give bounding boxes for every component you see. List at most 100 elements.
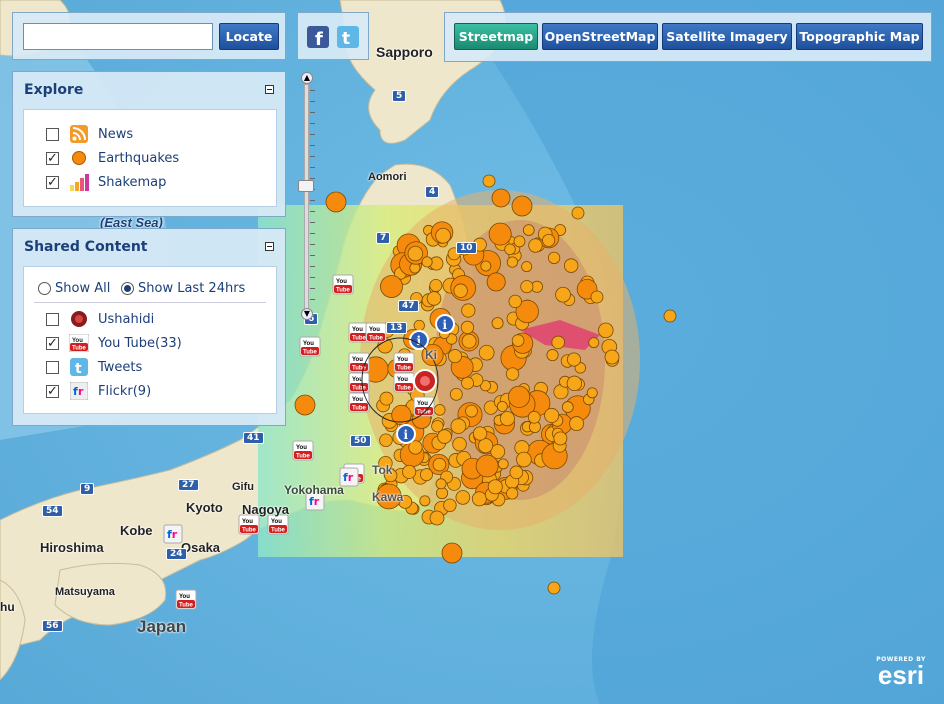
radio-button[interactable] bbox=[121, 281, 134, 295]
earthquake-marker[interactable] bbox=[379, 433, 393, 448]
earthquake-marker[interactable] bbox=[561, 401, 574, 413]
earthquake-marker[interactable] bbox=[506, 487, 519, 500]
twitter-icon[interactable]: t bbox=[337, 26, 359, 48]
earthquake-marker[interactable] bbox=[461, 376, 474, 390]
earthquake-marker[interactable] bbox=[527, 410, 541, 424]
flickr-marker[interactable]: fr bbox=[163, 524, 183, 544]
youtube-marker[interactable]: YouTube bbox=[348, 392, 370, 413]
youtube-marker[interactable]: YouTube bbox=[348, 352, 370, 373]
earthquake-marker[interactable] bbox=[380, 275, 403, 298]
earthquake-marker[interactable] bbox=[471, 491, 487, 507]
earthquake-marker[interactable] bbox=[551, 335, 565, 350]
earthquake-marker[interactable] bbox=[553, 431, 568, 446]
earthquake-marker[interactable] bbox=[407, 245, 424, 262]
layer-toggle-earthquakes[interactable]: ✓ Earthquakes bbox=[46, 148, 179, 168]
earthquake-marker[interactable] bbox=[413, 319, 425, 332]
layer-toggle-news[interactable]: News bbox=[46, 124, 133, 144]
earthquake-marker[interactable] bbox=[521, 261, 533, 273]
earthquake-marker[interactable] bbox=[429, 510, 445, 526]
earthquake-marker[interactable] bbox=[435, 227, 451, 244]
basemap-topographic-button[interactable]: Topographic Map bbox=[796, 23, 923, 50]
earthquake-marker[interactable] bbox=[429, 278, 443, 292]
earthquake-marker[interactable] bbox=[475, 454, 499, 478]
earthquake-marker[interactable] bbox=[461, 333, 477, 349]
earthquake-marker[interactable] bbox=[460, 320, 475, 335]
basemap-openstreetmap-button[interactable]: OpenStreetMap bbox=[542, 23, 658, 50]
basemap-satellite-button[interactable]: Satellite Imagery bbox=[662, 23, 792, 50]
youtube-marker[interactable]: YouTube bbox=[238, 514, 260, 535]
earthquake-marker[interactable] bbox=[571, 206, 585, 220]
earthquake-marker[interactable] bbox=[450, 418, 467, 434]
earthquake-marker[interactable] bbox=[294, 394, 316, 416]
layer-toggle-ushahidi[interactable]: Ushahidi bbox=[46, 309, 154, 329]
earthquake-marker[interactable] bbox=[505, 367, 520, 381]
earthquake-marker[interactable] bbox=[520, 280, 534, 294]
basemap-streetmap-button[interactable]: Streetmap bbox=[454, 23, 538, 50]
checkbox[interactable] bbox=[46, 312, 59, 326]
zoom-in-button[interactable]: ▲ bbox=[301, 72, 313, 84]
youtube-marker[interactable]: YouTube bbox=[175, 589, 197, 610]
checkbox[interactable]: ✓ bbox=[46, 151, 59, 165]
earthquake-marker[interactable] bbox=[486, 272, 506, 292]
earthquake-marker[interactable] bbox=[497, 458, 509, 470]
earthquake-marker[interactable] bbox=[506, 256, 518, 268]
shared-content-collapse-button[interactable] bbox=[265, 242, 274, 251]
layer-toggle-tweets[interactable]: t Tweets bbox=[46, 357, 142, 377]
earthquake-marker[interactable] bbox=[544, 407, 560, 423]
search-input[interactable] bbox=[23, 23, 213, 50]
youtube-marker[interactable]: YouTube bbox=[365, 322, 387, 343]
earthquake-marker[interactable] bbox=[598, 322, 614, 339]
earthquake-marker[interactable] bbox=[447, 349, 463, 364]
earthquake-marker[interactable] bbox=[522, 224, 535, 236]
earthquake-marker[interactable] bbox=[449, 387, 463, 401]
earthquake-marker[interactable] bbox=[511, 334, 525, 347]
earthquake-marker[interactable] bbox=[504, 243, 516, 256]
earthquake-marker[interactable] bbox=[508, 294, 522, 309]
earthquake-marker[interactable] bbox=[586, 387, 598, 399]
zoom-thumb[interactable] bbox=[298, 180, 314, 193]
youtube-marker[interactable]: YouTube bbox=[393, 372, 415, 393]
earthquake-marker[interactable] bbox=[566, 375, 583, 392]
earthquake-marker[interactable] bbox=[379, 391, 394, 406]
earthquake-marker[interactable] bbox=[435, 478, 447, 490]
earthquake-marker[interactable] bbox=[419, 495, 431, 507]
earthquake-marker[interactable] bbox=[528, 238, 543, 253]
earthquake-marker[interactable] bbox=[511, 195, 533, 217]
earthquake-marker[interactable] bbox=[433, 404, 446, 416]
earthquake-marker[interactable] bbox=[513, 235, 526, 248]
youtube-marker[interactable]: YouTube bbox=[299, 336, 321, 357]
checkbox[interactable]: ✓ bbox=[46, 336, 59, 350]
layer-toggle-shakemap[interactable]: ✓ Shakemap bbox=[46, 172, 166, 192]
earthquake-marker[interactable] bbox=[496, 400, 508, 412]
earthquake-marker[interactable] bbox=[566, 352, 582, 367]
earthquake-marker[interactable] bbox=[480, 260, 492, 272]
earthquake-marker[interactable] bbox=[547, 251, 561, 265]
earthquake-marker[interactable] bbox=[569, 416, 585, 432]
earthquake-marker[interactable] bbox=[663, 309, 677, 323]
earthquake-marker[interactable] bbox=[509, 465, 524, 480]
earthquake-marker[interactable] bbox=[482, 174, 496, 188]
radio-button[interactable] bbox=[38, 281, 51, 295]
earthquake-marker[interactable] bbox=[461, 303, 476, 318]
ushahidi-marker[interactable] bbox=[413, 369, 437, 393]
explore-collapse-button[interactable] bbox=[265, 85, 274, 94]
youtube-marker[interactable]: YouTube bbox=[292, 440, 314, 461]
youtube-marker[interactable]: YouTube bbox=[393, 352, 415, 373]
layer-toggle-flickr[interactable]: ✓ fr Flickr(9) bbox=[46, 381, 151, 401]
earthquake-marker[interactable] bbox=[437, 429, 452, 444]
earthquake-marker[interactable] bbox=[432, 457, 447, 472]
zoom-slider[interactable]: ▲ ▼ bbox=[298, 72, 315, 322]
earthquake-marker[interactable] bbox=[325, 191, 347, 213]
earthquake-marker[interactable] bbox=[516, 451, 532, 468]
earthquake-marker[interactable] bbox=[455, 490, 471, 505]
facebook-icon[interactable]: f bbox=[307, 26, 329, 48]
locate-button[interactable]: Locate bbox=[219, 23, 279, 50]
esri-attribution[interactable]: POWERED BY esri bbox=[868, 656, 934, 688]
earthquake-marker[interactable] bbox=[563, 258, 579, 273]
earthquake-marker[interactable] bbox=[487, 479, 503, 495]
earthquake-marker[interactable] bbox=[507, 385, 531, 408]
earthquake-marker[interactable] bbox=[472, 426, 488, 441]
earthquake-marker[interactable] bbox=[488, 222, 512, 246]
filter-show-all[interactable]: Show All bbox=[38, 279, 110, 297]
youtube-marker[interactable]: YouTube bbox=[348, 372, 370, 393]
